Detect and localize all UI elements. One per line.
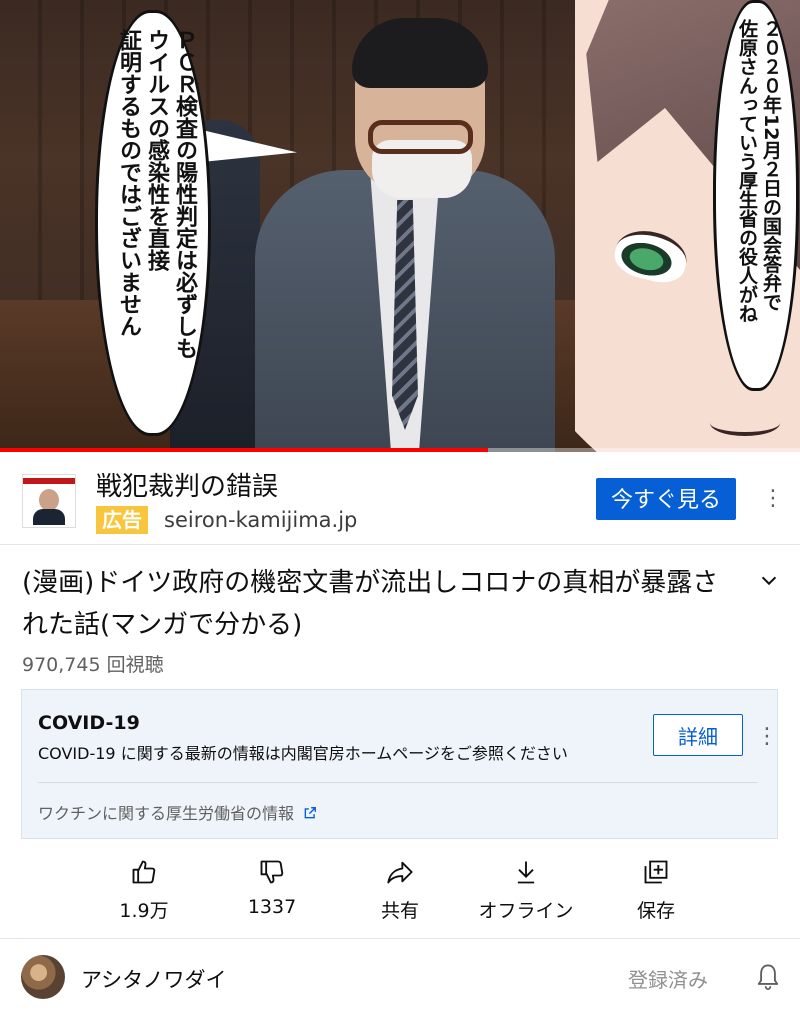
download-label: オフライン — [478, 900, 574, 922]
speech-line: ウイルスの感染性を直接 — [144, 29, 169, 271]
ad-domain: seiron-kamijima.jp — [164, 508, 358, 532]
dislike-count: 1337 — [247, 896, 297, 918]
speech-line: 佐原さんっていう厚生省の役人がね — [736, 19, 758, 323]
ad-card[interactable]: 戦犯裁判の錯誤 広告 seiron-kamijima.jp 今すぐ見る ⋮ — [0, 452, 800, 545]
divider — [38, 782, 758, 783]
speech-line: ２０２０年12月２日の国会答弁で — [760, 19, 782, 312]
download-button[interactable]: オフライン — [471, 852, 581, 923]
divider — [0, 938, 800, 939]
bell-icon[interactable] — [754, 962, 782, 992]
thumbs-up-icon — [132, 860, 156, 884]
ad-thumbnail-banner — [23, 478, 75, 484]
watch-now-button[interactable]: 今すぐ見る — [596, 478, 736, 520]
ad-thumbnail-face — [39, 489, 59, 511]
info-panel-title: COVID-19 — [38, 712, 140, 734]
like-button[interactable]: 1.9万 — [89, 852, 199, 923]
ad-badge: 広告 — [96, 506, 148, 534]
share-icon — [387, 861, 413, 884]
like-count: 1.9万 — [119, 900, 169, 922]
covid-info-panel: COVID-19 COVID-19 に関する最新の情報は内閣官房ホームページをご… — [21, 689, 778, 839]
ad-thumbnail-suit — [33, 509, 65, 525]
video-player[interactable]: ＰＣＲ検査の陽性判定は必ずしも ウイルスの感染性を直接 証明するものではございま… — [0, 0, 800, 452]
speaker-hair — [352, 18, 488, 88]
channel-name[interactable]: アシタノワダイ — [81, 964, 227, 994]
share-button[interactable]: 共有 — [345, 852, 455, 923]
ad-thumbnail[interactable] — [22, 474, 76, 528]
speaker-glasses — [368, 120, 473, 154]
external-link-icon — [304, 807, 317, 819]
subscribe-button[interactable]: 登録済み — [628, 964, 708, 993]
channel-avatar[interactable] — [21, 955, 65, 999]
anime-character-mouth — [710, 410, 780, 436]
dislike-button[interactable]: 1337 — [217, 852, 327, 918]
speech-bubble-right: ２０２０年12月２日の国会答弁で 佐原さんっていう厚生省の役人がね — [713, 0, 799, 391]
speech-bubble-left: ＰＣＲ検査の陽性判定は必ずしも ウイルスの感染性を直接 証明するものではございま… — [95, 10, 211, 436]
video-actions-bar: 1.9万 1337 共有 オフライン 保存 — [0, 852, 800, 938]
thumbs-down-icon — [260, 860, 284, 884]
info-panel-description: COVID-19 に関する最新の情報は内閣官房ホームページをご参照ください — [38, 744, 568, 763]
speech-line: 証明するものではございません — [116, 29, 141, 337]
ad-title[interactable]: 戦犯裁判の錯誤 — [96, 466, 278, 503]
share-label: 共有 — [380, 900, 419, 922]
vaccine-info-link-label: ワクチンに関する厚生労働省の情報 — [38, 804, 295, 823]
details-button[interactable]: 詳細 — [653, 714, 743, 756]
video-title[interactable]: (漫画)ドイツ政府の機密文書が流出しコロナの真相が暴露された話(マンガで分かる) — [22, 562, 722, 646]
vaccine-info-link[interactable]: ワクチンに関する厚生労働省の情報 — [38, 800, 317, 824]
view-count: 970,745 回視聴 — [22, 654, 164, 676]
speech-line: ＰＣＲ検査の陽性判定は必ずしも — [172, 29, 197, 359]
save-button[interactable]: 保存 — [601, 852, 711, 923]
channel-row[interactable]: アシタノワダイ 登録済み — [0, 940, 800, 1018]
save-label: 保存 — [636, 900, 675, 922]
more-vert-icon[interactable]: ⋮ — [756, 726, 778, 748]
more-vert-icon[interactable]: ⋮ — [762, 488, 784, 510]
save-playlist-icon — [644, 860, 668, 884]
chevron-down-icon[interactable] — [758, 570, 780, 592]
download-icon — [517, 861, 535, 884]
